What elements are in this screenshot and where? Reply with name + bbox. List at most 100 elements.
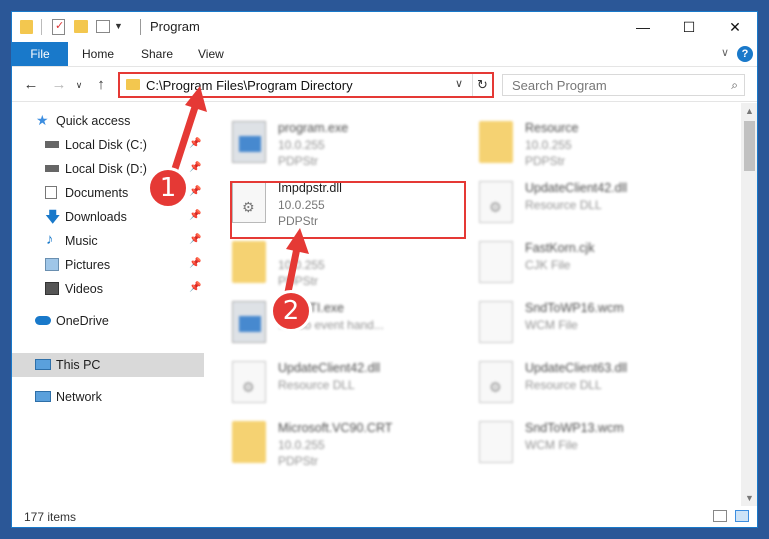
pin-icon[interactable]: 📌: [189, 282, 201, 293]
callout-2: 2: [270, 290, 312, 332]
folder-icon: [479, 121, 513, 163]
file-type: Resource DLL: [525, 378, 602, 392]
forward-arrow-icon[interactable]: →: [48, 76, 70, 93]
disk-icon: [45, 165, 59, 172]
divider: [41, 19, 42, 35]
star-icon: ★: [36, 112, 49, 128]
file-item[interactable]: SndToWP13.wcm WCM File: [455, 417, 687, 471]
cloud-icon: [35, 316, 51, 325]
sidebar-item-quick-access[interactable]: ★ Quick access: [12, 109, 204, 133]
file-item[interactable]: ⚙ UpdateClient63.dll Resource DLL: [455, 357, 687, 411]
file-name: UpdateClient63.dll: [525, 361, 628, 375]
file-item[interactable]: 10.0.255 PDPStr: [208, 237, 440, 291]
sidebar-item-downloads[interactable]: 🡇 Downloads 📌: [12, 205, 204, 229]
file-item[interactable]: SndToWP16.wcm WCM File: [455, 297, 687, 351]
help-icon[interactable]: ?: [737, 46, 753, 62]
search-input[interactable]: Search Program ⌕: [502, 74, 745, 96]
dll-icon: ⚙: [232, 361, 266, 403]
file-item[interactable]: FastKorn.cjk CJK File: [455, 237, 687, 291]
file-icon: [479, 301, 513, 343]
tab-share[interactable]: Share: [129, 42, 185, 66]
recent-dropdown-icon[interactable]: ∨: [68, 80, 90, 91]
sidebar-item-label: Documents: [65, 186, 129, 200]
documents-icon: [45, 186, 57, 199]
search-placeholder: Search Program: [512, 78, 607, 93]
folder-icon: [232, 421, 266, 463]
disk-icon: [45, 141, 59, 148]
sidebar-item-label: This PC: [56, 358, 101, 372]
tab-home[interactable]: Home: [70, 42, 126, 66]
file-version: 10.0.255: [278, 258, 325, 272]
title-bar: ✓ ▼ Program — ☐ ✕: [12, 12, 757, 42]
minimize-button[interactable]: —: [620, 12, 666, 42]
address-bar[interactable]: C:\Program Files\Program Directory ∨ ↻: [118, 72, 494, 98]
sidebar-item-label: Downloads: [65, 210, 127, 224]
tab-view[interactable]: View: [186, 42, 236, 66]
scroll-thumb[interactable]: [744, 121, 755, 171]
sidebar-item-this-pc[interactable]: This PC: [12, 353, 204, 377]
pin-icon[interactable]: 📌: [189, 234, 201, 245]
folder-icon: [126, 79, 140, 90]
file-item[interactable]: ...yySTI.exe ...T sb event hand...: [208, 297, 440, 351]
address-path[interactable]: C:\Program Files\Program Directory: [146, 78, 353, 93]
network-icon: [35, 391, 51, 402]
expand-ribbon-icon[interactable]: ∨: [721, 46, 729, 59]
properties-icon[interactable]: ✓: [52, 19, 65, 35]
sidebar-item-music[interactable]: ♪ Music 📌: [12, 229, 204, 253]
file-item[interactable]: ⚙ UpdateClient42.dll Resource DLL: [455, 177, 687, 231]
pin-icon[interactable]: 📌: [189, 138, 201, 149]
back-arrow-icon[interactable]: ←: [20, 76, 42, 93]
divider: [140, 19, 141, 35]
sidebar-item-onedrive[interactable]: OneDrive: [12, 309, 204, 333]
file-type: WCM File: [525, 318, 578, 332]
refresh-icon[interactable]: ↻: [472, 74, 492, 96]
folder-icon: [232, 241, 266, 283]
dll-icon: ⚙: [479, 181, 513, 223]
vertical-scrollbar[interactable]: ▲ ▼: [741, 103, 757, 506]
file-item[interactable]: program.exe 10.0.255 PDPStr: [208, 117, 440, 171]
pin-icon[interactable]: 📌: [189, 186, 201, 197]
sidebar-item-label: Network: [56, 390, 102, 404]
details-view-icon[interactable]: [713, 510, 727, 522]
chevron-down-icon[interactable]: ▼: [114, 21, 123, 31]
sidebar-item-videos[interactable]: Videos 📌: [12, 277, 204, 301]
exe-icon: [232, 121, 266, 163]
sidebar-item-network[interactable]: Network: [12, 385, 204, 409]
large-icons-view-icon[interactable]: [735, 510, 749, 522]
file-name: SndToWP16.wcm: [525, 301, 624, 315]
tab-file[interactable]: File: [12, 42, 68, 66]
callout-1: 1: [147, 167, 189, 209]
file-name: UpdateClient42.dll: [525, 181, 628, 195]
sidebar-item-label: OneDrive: [56, 314, 109, 328]
pin-icon[interactable]: 📌: [189, 210, 201, 221]
sidebar-item-pictures[interactable]: Pictures 📌: [12, 253, 204, 277]
videos-icon: [45, 282, 59, 295]
file-name: FastKorn.cjk: [525, 241, 595, 255]
sidebar-item-local-disk-c[interactable]: Local Disk (C:) 📌: [12, 133, 204, 157]
ribbon: File Home Share View ∨ ?: [12, 42, 757, 66]
file-company: PDPStr: [278, 274, 319, 288]
new-folder-icon[interactable]: [74, 20, 88, 33]
file-item[interactable]: Resource 10.0.255 PDPStr: [455, 117, 687, 171]
scroll-up-icon[interactable]: ▲: [745, 106, 754, 116]
folder-icon: [20, 20, 33, 34]
file-company: PDPStr: [278, 154, 319, 168]
search-icon: ⌕: [731, 78, 738, 92]
address-dropdown-icon[interactable]: ∨: [455, 77, 463, 90]
file-icon: [479, 241, 513, 283]
file-name: UpdateClient42.dll: [278, 361, 381, 375]
pin-icon[interactable]: 📌: [189, 258, 201, 269]
file-version: 10.0.255: [278, 438, 325, 452]
pin-icon[interactable]: 📌: [189, 162, 201, 173]
file-item[interactable]: ⚙ UpdateClient42.dll Resource DLL: [208, 357, 440, 411]
file-icon: [479, 421, 513, 463]
file-type: Resource DLL: [525, 198, 602, 212]
scroll-down-icon[interactable]: ▼: [745, 493, 754, 503]
maximize-button[interactable]: ☐: [666, 12, 712, 42]
customize-toolbar-icon[interactable]: [96, 20, 110, 33]
file-item[interactable]: Microsoft.VC90.CRT 10.0.255 PDPStr: [208, 417, 440, 471]
navigation-bar: ← → ∨ ↑ C:\Program Files\Program Directo…: [12, 66, 757, 102]
file-name: Microsoft.VC90.CRT: [278, 421, 393, 435]
close-button[interactable]: ✕: [712, 12, 757, 42]
up-arrow-icon[interactable]: ↑: [90, 76, 112, 93]
